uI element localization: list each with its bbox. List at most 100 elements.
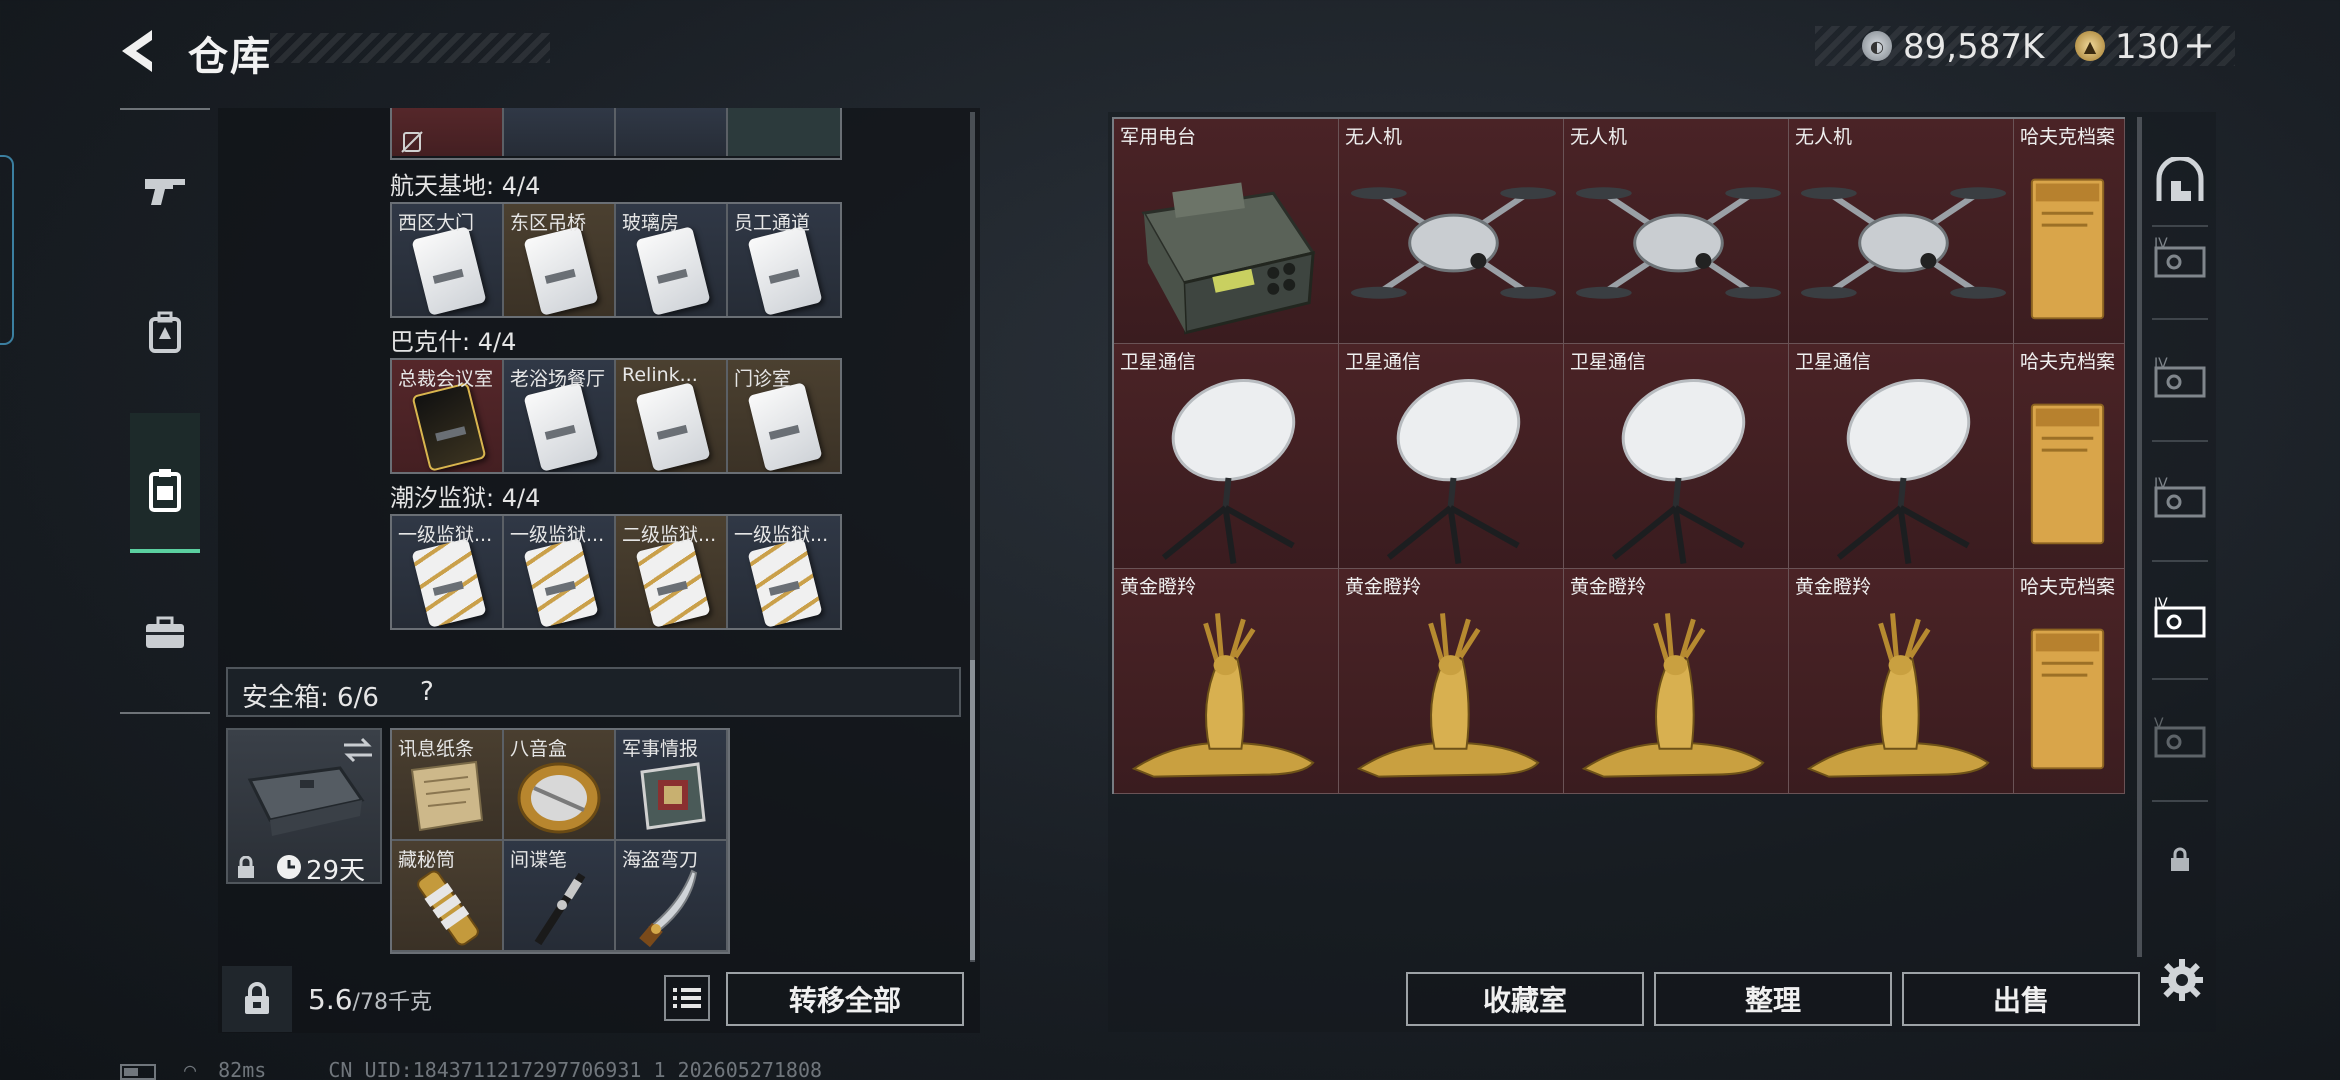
keycard-item[interactable]: 一级监狱...: [504, 516, 616, 628]
safe-item[interactable]: 八音盒: [504, 730, 616, 841]
item-cell[interactable]: 军用电台: [1114, 119, 1339, 344]
item-cell[interactable]: 卫星通信: [1564, 344, 1789, 569]
key-row: 总裁会议室 老浴场餐厅 Relink... 门诊室: [390, 358, 842, 474]
shelf-tier-tab[interactable]: IV: [2150, 468, 2210, 528]
keycard-icon: [523, 226, 599, 316]
backpack-icon: [149, 311, 181, 353]
key-name: 一级监狱...: [734, 524, 829, 546]
collection-item-grid: 军用电台 无人机 无人机 无人机 哈夫克档案 卫星通信 卫星通信 卫星通信 卫星…: [1112, 117, 2125, 794]
item-cell[interactable]: 卫星通信: [1789, 344, 2014, 569]
map-group-title: 巴克什: 4/4: [390, 328, 517, 356]
satellite-dish-icon: [1161, 379, 1296, 564]
shelf-tier-tab[interactable]: IV: [2150, 348, 2210, 408]
collection-room-button[interactable]: 收藏室: [1406, 972, 1644, 1026]
settings-button[interactable]: [2152, 950, 2212, 1010]
keycard-item[interactable]: 员工通道: [728, 204, 840, 316]
keycard-item[interactable]: 一级监狱...: [392, 516, 504, 628]
item-name: 军事情报: [622, 738, 699, 760]
back-button[interactable]: [116, 26, 166, 76]
golden-gazelle-icon: [1581, 613, 1765, 778]
keycard-item[interactable]: 门诊室: [728, 360, 840, 472]
safe-item[interactable]: 军事情报: [616, 730, 728, 841]
item-name: 海盗弯刀: [622, 849, 699, 871]
nav-storage-button[interactable]: [130, 455, 200, 525]
keycard-item[interactable]: 东区吊桥: [504, 204, 616, 316]
item-name: 讯息纸条: [398, 738, 475, 760]
shelf-tier-tab-active[interactable]: IV: [2150, 588, 2210, 648]
locked-tier-tab[interactable]: [2150, 830, 2210, 890]
arrange-button[interactable]: 整理: [1654, 972, 1892, 1026]
item-name: 黄金瞪羚: [1570, 576, 1647, 598]
item-cell[interactable]: 无人机: [1789, 119, 2014, 344]
key-slot[interactable]: [504, 108, 616, 156]
key-name: 门诊室: [734, 368, 792, 390]
item-cell[interactable]: 黄金瞪羚: [1339, 569, 1564, 794]
add-currency-button[interactable]: +: [2183, 23, 2215, 67]
item-name: 无人机: [1570, 126, 1628, 148]
keycard-item[interactable]: 西区大门: [392, 204, 504, 316]
vault-icon: [2156, 157, 2204, 201]
key-slot[interactable]: [616, 108, 728, 156]
item-name: 哈夫克档案: [2020, 351, 2116, 373]
tier-label: V: [2154, 716, 2164, 732]
item-name: 卫星通信: [1795, 351, 1872, 373]
item-name: 间谍笔: [510, 849, 568, 871]
safe-box-help-button[interactable]: ?: [420, 677, 434, 707]
nav-weapons-button[interactable]: [130, 155, 200, 225]
item-cell[interactable]: 哈夫克档案: [2014, 344, 2125, 569]
safe-item[interactable]: 海盗弯刀: [616, 841, 728, 952]
ping-value: 82ms: [218, 1058, 267, 1080]
tier-label: IV: [2154, 356, 2168, 372]
item-cell[interactable]: 卫星通信: [1114, 344, 1339, 569]
golden-gazelle-icon: [1806, 613, 1990, 778]
item-cell[interactable]: 无人机: [1564, 119, 1789, 344]
item-name: 无人机: [1795, 126, 1853, 148]
keycard-item[interactable]: 一级监狱...: [728, 516, 840, 628]
keycard-item[interactable]: Relink...: [616, 360, 728, 472]
safe-box-container[interactable]: 29天: [226, 728, 382, 886]
keycard-item[interactable]: 玻璃房: [616, 204, 728, 316]
key-slot[interactable]: [392, 108, 504, 156]
key-name: 二级监狱...: [622, 524, 717, 546]
battery-icon: [120, 1063, 156, 1080]
keycard-item[interactable]: 总裁会议室: [392, 360, 504, 472]
item-cell[interactable]: 卫星通信: [1339, 344, 1564, 569]
item-name: 藏秘筒: [398, 849, 456, 871]
keycard-item[interactable]: 二级监狱...: [616, 516, 728, 628]
music-box-icon: [517, 762, 601, 834]
list-icon: [673, 988, 701, 1008]
weight-current: 5.6: [308, 983, 353, 1016]
item-cell[interactable]: 黄金瞪羚: [1564, 569, 1789, 794]
item-cell[interactable]: 黄金瞪羚: [1114, 569, 1339, 794]
tab-divider: [2152, 560, 2208, 562]
list-view-button[interactable]: [664, 975, 710, 1021]
shelf-tier-tab[interactable]: IV: [2150, 228, 2210, 288]
safe-item[interactable]: 藏秘筒: [392, 841, 504, 952]
collection-room-tab[interactable]: [2150, 150, 2210, 210]
wifi-icon: ◠: [184, 1058, 197, 1080]
title-decoration: [270, 33, 550, 63]
shelf-tier-tab[interactable]: V: [2150, 708, 2210, 768]
item-cell[interactable]: 哈夫克档案: [2014, 119, 2125, 344]
transfer-all-button[interactable]: 转移全部: [726, 972, 964, 1026]
safe-item[interactable]: 间谍笔: [504, 841, 616, 952]
item-name: 卫星通信: [1570, 351, 1647, 373]
nav-equipment-button[interactable]: [130, 598, 200, 668]
safe-item[interactable]: 讯息纸条: [392, 730, 504, 841]
left-scrollbar-thumb[interactable]: [970, 660, 975, 960]
item-cell[interactable]: 哈夫克档案: [2014, 569, 2125, 794]
lock-container-button[interactable]: [222, 966, 292, 1032]
key-slot[interactable]: [728, 108, 840, 156]
item-cell[interactable]: 黄金瞪羚: [1789, 569, 2014, 794]
status-bar: ◠ 82ms CN UID:1843711217297706931 1_2026…: [120, 1058, 822, 1080]
nav-armor-button[interactable]: [130, 298, 200, 368]
side-drawer-handle[interactable]: [0, 155, 14, 345]
sell-button[interactable]: 出售: [1902, 972, 2140, 1026]
keycard-item[interactable]: 老浴场餐厅: [504, 360, 616, 472]
item-cell[interactable]: 无人机: [1339, 119, 1564, 344]
lock-icon: [2171, 847, 2189, 871]
right-scrollbar-track[interactable]: [2137, 117, 2142, 957]
coin-silver-icon: ◐: [1862, 31, 1892, 61]
currency-amount: 89,587K: [1903, 27, 2045, 67]
intel-document-icon: [640, 762, 706, 830]
